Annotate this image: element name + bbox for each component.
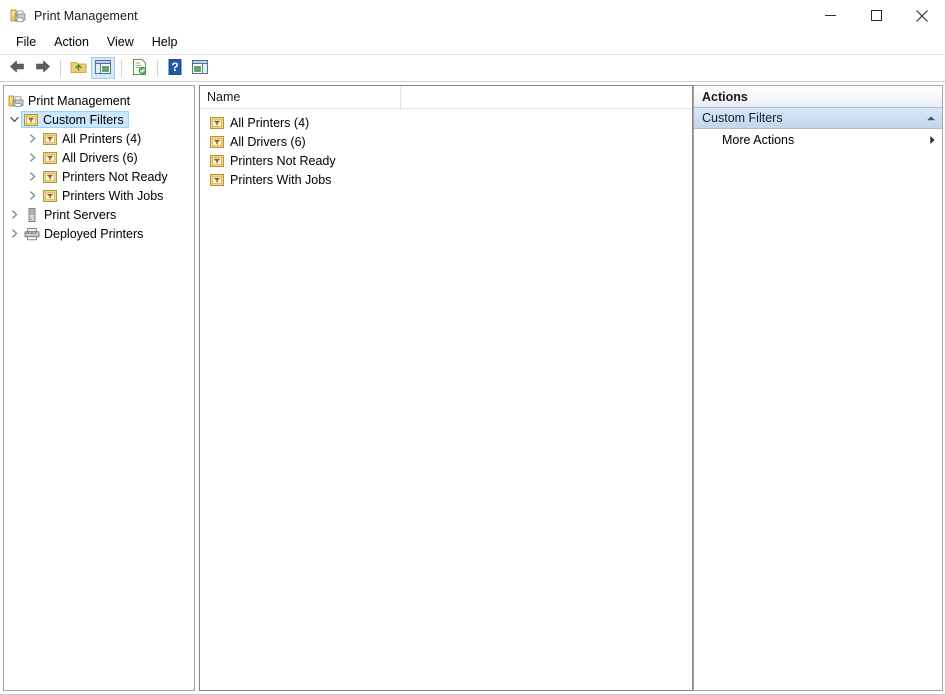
toolbar: ? <box>0 55 945 82</box>
tree-item-all-drivers[interactable]: All Drivers (6) <box>4 148 194 167</box>
tree-item-label: All Printers (4) <box>62 132 141 146</box>
chevron-right-icon[interactable] <box>6 206 22 223</box>
actions-pane: Actions Custom Filters More Actions <box>693 85 943 691</box>
print-management-icon <box>8 93 24 109</box>
console-tree: Print Management <box>4 86 194 243</box>
filter-folder-icon <box>42 131 58 147</box>
caption-button-group <box>807 0 945 31</box>
list-body: All Printers (4) All Drivers (6) <box>200 109 692 189</box>
actions-pane-header: Actions <box>694 86 942 108</box>
console-tree-pane: Print Management <box>3 85 195 691</box>
chevron-right-icon[interactable] <box>6 225 22 242</box>
show-hide-console-tree-button[interactable] <box>91 57 115 79</box>
tree-item-label: All Drivers (6) <box>62 151 138 165</box>
filter-folder-icon <box>209 172 225 188</box>
result-list-pane: Name All Printers (4) <box>199 85 693 691</box>
list-item-label: Printers Not Ready <box>230 154 336 168</box>
toolbar-separator <box>121 60 122 77</box>
list-column-headers: Name <box>200 86 692 109</box>
minimize-button[interactable] <box>807 0 853 31</box>
list-item-label: Printers With Jobs <box>230 173 331 187</box>
forward-button[interactable] <box>30 57 54 79</box>
tree-item-label: Custom Filters <box>43 113 124 127</box>
tree-item-label: Printers With Jobs <box>62 189 163 203</box>
console-tree-icon <box>95 60 111 77</box>
list-item[interactable]: All Printers (4) <box>200 113 692 132</box>
actions-group-custom-filters[interactable]: Custom Filters <box>694 108 942 129</box>
filter-folder-icon <box>42 169 58 185</box>
chevron-right-icon[interactable] <box>24 168 40 185</box>
chevron-right-icon[interactable] <box>929 135 936 145</box>
server-icon <box>24 207 40 223</box>
action-item-label: More Actions <box>722 133 794 147</box>
window-title: Print Management <box>34 9 138 23</box>
tree-item-printers-with-jobs[interactable]: Printers With Jobs <box>4 186 194 205</box>
content-area: Print Management <box>0 82 945 694</box>
help-button[interactable]: ? <box>163 57 187 79</box>
filter-folder-icon <box>209 153 225 169</box>
tree-item-print-servers[interactable]: Print Servers <box>4 205 194 224</box>
list-item[interactable]: Printers With Jobs <box>200 170 692 189</box>
toolbar-separator <box>60 60 61 77</box>
list-item-label: All Drivers (6) <box>230 135 306 149</box>
tree-item-print-management[interactable]: Print Management <box>4 91 194 110</box>
close-button[interactable] <box>899 0 945 31</box>
back-arrow-icon <box>9 59 26 77</box>
chevron-up-icon[interactable] <box>926 115 936 122</box>
filter-folder-icon <box>23 112 39 128</box>
print-management-window: Print Management File Action View <box>0 0 946 695</box>
properties-button[interactable] <box>127 57 151 79</box>
tree-item-deployed-printers[interactable]: Deployed Printers <box>4 224 194 243</box>
chevron-right-icon[interactable] <box>24 149 40 166</box>
menu-view[interactable]: View <box>98 33 143 52</box>
filter-folder-icon <box>209 115 225 131</box>
chevron-right-icon[interactable] <box>24 187 40 204</box>
column-header-name[interactable]: Name <box>200 86 401 108</box>
list-item[interactable]: All Drivers (6) <box>200 132 692 151</box>
back-button[interactable] <box>5 57 29 79</box>
action-pane-icon <box>192 60 208 77</box>
chevron-right-icon[interactable] <box>24 130 40 147</box>
menu-file[interactable]: File <box>7 33 45 52</box>
menu-help[interactable]: Help <box>143 33 187 52</box>
filter-folder-icon <box>209 134 225 150</box>
svg-text:?: ? <box>171 60 178 74</box>
maximize-button[interactable] <box>853 0 899 31</box>
printer-icon <box>24 226 40 242</box>
list-item-label: All Printers (4) <box>230 116 309 130</box>
tree-item-label: Deployed Printers <box>44 227 143 241</box>
filter-folder-icon <box>42 188 58 204</box>
actions-group-label: Custom Filters <box>702 111 783 125</box>
menu-bar: File Action View Help <box>0 31 945 55</box>
up-one-level-button[interactable] <box>66 57 90 79</box>
print-management-icon <box>9 7 27 25</box>
tree-item-label: Print Servers <box>44 208 116 222</box>
folder-up-icon <box>70 59 87 78</box>
tree-item-all-printers[interactable]: All Printers (4) <box>4 129 194 148</box>
tree-item-printers-not-ready[interactable]: Printers Not Ready <box>4 167 194 186</box>
column-header-empty[interactable] <box>401 86 692 108</box>
tree-item-custom-filters[interactable]: Custom Filters <box>4 110 194 129</box>
filter-folder-icon <box>42 150 58 166</box>
help-question-icon: ? <box>168 59 182 78</box>
properties-icon <box>132 59 147 78</box>
toolbar-separator <box>157 60 158 77</box>
tree-item-label: Print Management <box>28 94 130 108</box>
list-item[interactable]: Printers Not Ready <box>200 151 692 170</box>
chevron-down-icon[interactable] <box>6 111 22 128</box>
forward-arrow-icon <box>34 59 51 77</box>
menu-action[interactable]: Action <box>45 33 98 52</box>
show-hide-action-pane-button[interactable] <box>188 57 212 79</box>
action-more-actions[interactable]: More Actions <box>694 129 942 151</box>
title-bar: Print Management <box>0 0 945 31</box>
tree-item-label: Printers Not Ready <box>62 170 168 184</box>
